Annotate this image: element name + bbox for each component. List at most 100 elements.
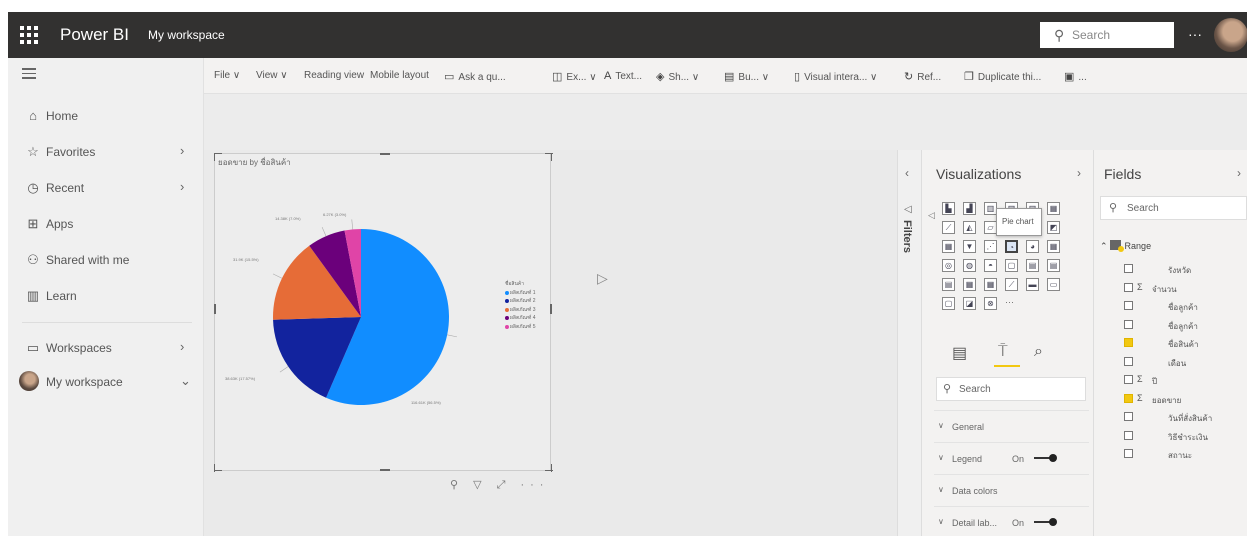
legend-item[interactable]: ผลิตภัณฑ์ 1	[505, 289, 536, 298]
detail-labels-toggle[interactable]	[1034, 518, 1057, 526]
ribbon-visual-icon[interactable]: ◩	[1047, 221, 1060, 234]
treemap-visual-icon[interactable]: ▦	[1047, 240, 1060, 253]
buttons-button[interactable]: ▤ Bu... ∨	[724, 70, 769, 83]
duplicate-page-button[interactable]: ❐ Duplicate thi...	[964, 70, 1041, 83]
100pct-column-visual-icon[interactable]: ▦	[1047, 202, 1060, 215]
card-visual-icon[interactable]: ▤	[942, 278, 955, 291]
app-launcher-icon[interactable]	[20, 26, 38, 44]
more-options-button[interactable]: ···	[1188, 26, 1202, 42]
field-checkbox[interactable]	[1124, 393, 1133, 403]
ask-question-button[interactable]: ▭ Ask a qu...	[444, 70, 506, 83]
field-item[interactable]: วิธีชำระเงิน	[1124, 427, 1244, 445]
stacked-bar-visual-icon[interactable]: ▙	[942, 202, 955, 215]
field-checkbox[interactable]	[1124, 356, 1133, 366]
donut-visual-icon[interactable]: ◕	[1026, 240, 1039, 253]
field-item[interactable]: ชื่อลูกค้า	[1124, 316, 1244, 334]
explore-button[interactable]: ◫ Ex... ∨	[552, 70, 597, 83]
file-menu[interactable]: File ∨	[214, 70, 240, 81]
legend-item[interactable]: ผลิตภัณฑ์ 3	[505, 306, 536, 315]
workspace-breadcrumb[interactable]: My workspace	[148, 28, 225, 42]
resize-handle[interactable]	[551, 464, 552, 472]
field-item[interactable]: Σ ยอดขาย	[1124, 390, 1244, 408]
refresh-button[interactable]: ↻ Ref...	[904, 70, 941, 83]
field-item[interactable]: ชื่อสินค้า	[1124, 334, 1244, 352]
chevron-right-icon[interactable]: ›	[1237, 166, 1241, 180]
section-data-colors[interactable]: ∨ Data colors	[934, 474, 1089, 504]
line-visual-icon[interactable]: ⟋	[942, 221, 955, 234]
kpi-visual-icon[interactable]: ▦	[984, 278, 997, 291]
map-visual-icon[interactable]: ◎	[942, 259, 955, 272]
report-canvas[interactable]: ยอดขาย by ชื่อสินค้า 116.61K (56.5%) 38.6…	[204, 150, 897, 536]
field-checkbox[interactable]	[1124, 449, 1133, 458]
nav-item-apps[interactable]: ⊞ Apps	[8, 206, 204, 242]
area-visual-icon[interactable]: ◭	[963, 221, 976, 234]
more-visuals-icon[interactable]: ···	[1005, 297, 1014, 307]
collapse-arrow-icon[interactable]: ◁	[928, 210, 935, 221]
field-checkbox[interactable]	[1124, 338, 1133, 347]
shape-map-visual-icon[interactable]: ◓	[984, 259, 997, 272]
chevron-down-icon[interactable]: ⌄	[180, 373, 191, 389]
analytics-magnifier-icon[interactable]: ⌕	[1034, 343, 1043, 361]
legend-toggle[interactable]	[1034, 454, 1057, 462]
resize-handle[interactable]	[551, 153, 552, 161]
hamburger-menu-icon[interactable]	[22, 68, 36, 82]
pie-visual-icon[interactable]: ◔	[1005, 240, 1018, 253]
chevron-right-icon[interactable]: ›	[180, 339, 184, 354]
chevron-right-icon[interactable]: ›	[1077, 166, 1081, 180]
smart-narrative-visual-icon[interactable]: ◪	[963, 297, 976, 310]
field-checkbox[interactable]	[1124, 375, 1133, 384]
format-search-input[interactable]: ⚲ Search	[936, 377, 1086, 401]
chevron-up-icon[interactable]: ⌃	[1100, 241, 1108, 251]
fields-tab-icon[interactable]: ▤	[952, 343, 967, 363]
nav-item-recent[interactable]: ◷ Recent ›	[8, 170, 204, 206]
legend-item[interactable]: ผลิตภัณฑ์ 5	[505, 323, 536, 332]
legend-item[interactable]: ผลิตภัณฑ์ 4	[505, 314, 536, 323]
nav-item-workspaces[interactable]: ▭ Workspaces ›	[8, 330, 204, 366]
section-detail-labels[interactable]: ∨ Detail lab... On	[934, 506, 1089, 536]
save-button[interactable]: ▣...	[1064, 70, 1087, 83]
table-visual-icon[interactable]: ▢	[1005, 259, 1018, 272]
line-chart-2-visual-icon[interactable]: ⟋	[1005, 278, 1018, 291]
field-checkbox[interactable]	[1124, 282, 1133, 292]
section-general[interactable]: ∨ General	[934, 410, 1089, 440]
nav-item-learn[interactable]: ▥ Learn	[8, 278, 204, 314]
funnel-visual-icon[interactable]: ▼	[963, 240, 976, 253]
nav-item-my-workspace[interactable]: My workspace ⌄	[8, 364, 204, 400]
nav-item-favorites[interactable]: ☆ Favorites ›	[8, 134, 204, 170]
resize-handle[interactable]	[214, 470, 222, 471]
view-menu[interactable]: View ∨	[256, 70, 288, 81]
field-item[interactable]: ชื่อลูกค้า	[1124, 297, 1244, 315]
visual-header-toolbar[interactable]: ⚲ ▽ ⤢ ···	[450, 478, 549, 492]
chevron-left-icon[interactable]: ‹	[905, 166, 909, 180]
paginated-visual-icon[interactable]: ▢	[942, 297, 955, 310]
field-item[interactable]: Σ ปี	[1124, 371, 1244, 389]
qna-visual-icon[interactable]: ▭	[1047, 278, 1060, 291]
field-item[interactable]: เดือน	[1124, 353, 1244, 371]
fields-search-input[interactable]: ⚲ Search	[1100, 196, 1247, 220]
chevron-right-icon[interactable]: ›	[180, 143, 184, 158]
waterfall-visual-icon[interactable]: ▦	[942, 240, 955, 253]
field-checkbox[interactable]	[1124, 412, 1133, 421]
brand-label[interactable]: Power BI	[60, 25, 129, 45]
table-node-range[interactable]: ⌃ Range	[1100, 240, 1151, 252]
user-avatar[interactable]	[1214, 18, 1247, 52]
arcgis-visual-icon[interactable]: ⊗	[984, 297, 997, 310]
field-item[interactable]: สถานะ	[1124, 445, 1244, 463]
visual-interactions-button[interactable]: ▯ Visual intera... ∨	[794, 70, 877, 83]
filters-pane-collapsed[interactable]: ‹ ◁ Filters	[897, 150, 922, 536]
filled-map-visual-icon[interactable]: ◍	[963, 259, 976, 272]
chevron-right-icon[interactable]: ›	[180, 179, 184, 194]
mobile-layout-button[interactable]: Mobile layout	[370, 70, 429, 81]
pie-chart-visual[interactable]: ยอดขาย by ชื่อสินค้า 116.61K (56.5%) 38.6…	[214, 153, 553, 472]
chart-legend[interactable]: ชื่อสินค้า ผลิตภัณฑ์ 1 ผลิตภัณฑ์ 2 ผลิตภัณ…	[505, 280, 536, 331]
matrix-visual-icon[interactable]: ▤	[1026, 259, 1039, 272]
slicer-visual-icon[interactable]: ▦	[963, 278, 976, 291]
section-legend[interactable]: ∨ Legend On	[934, 442, 1089, 472]
field-checkbox[interactable]	[1124, 430, 1133, 440]
field-item[interactable]: วันที่สั่งสินค้า	[1124, 408, 1244, 426]
text-box-button[interactable]: A Text...	[604, 70, 642, 82]
format-paint-roller-icon[interactable]: ⍑	[998, 343, 1008, 361]
field-checkbox[interactable]	[1124, 301, 1133, 310]
field-checkbox[interactable]	[1124, 264, 1133, 273]
global-search-box[interactable]: ⚲ Search	[1040, 22, 1174, 48]
